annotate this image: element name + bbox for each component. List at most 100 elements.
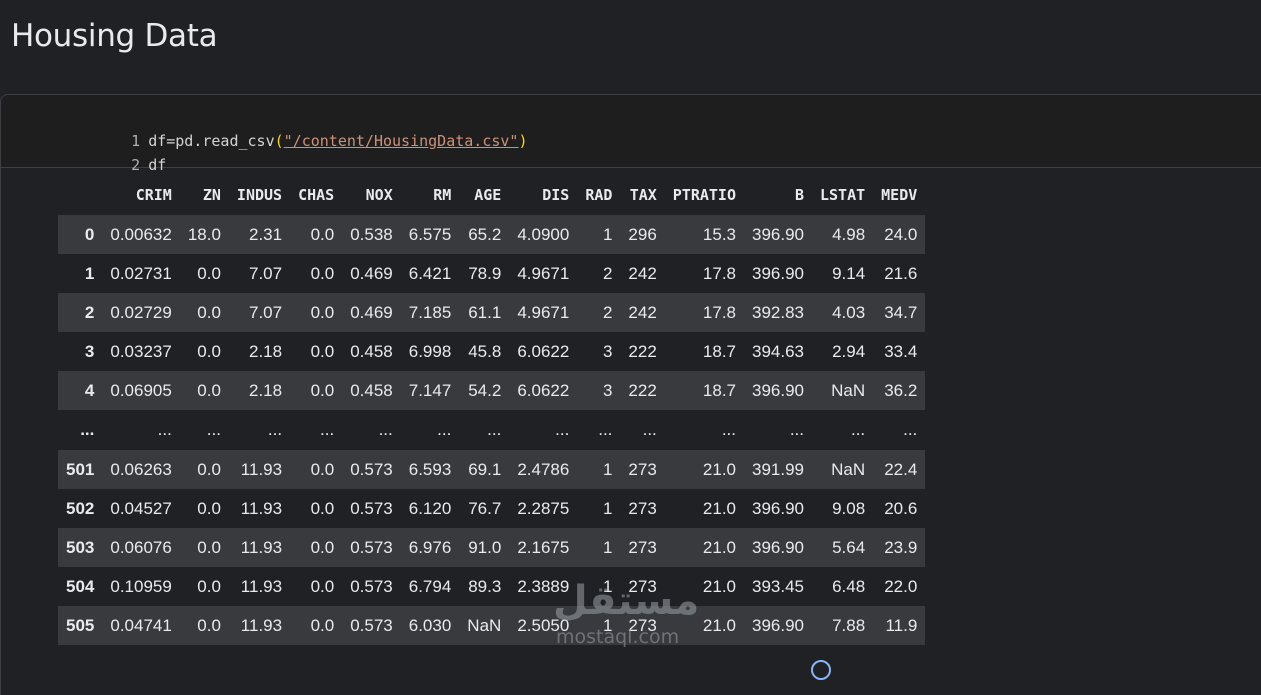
table-cell: 2.31 bbox=[228, 215, 291, 254]
code-string-literal: "/content/HousingData.csv" bbox=[283, 132, 519, 150]
table-cell: 2 bbox=[602, 263, 613, 283]
table-cell: 9.08 bbox=[832, 498, 866, 518]
table-cell: 396.90 bbox=[752, 498, 804, 518]
table-cell: 7.185 bbox=[400, 293, 460, 332]
row-index: 502 bbox=[66, 498, 95, 518]
table-cell: 0.02731 bbox=[110, 263, 172, 283]
table-cell: 9.14 bbox=[832, 263, 866, 283]
column-header-b: B bbox=[794, 186, 804, 204]
table-row: 0 0.00632 18.0 2.31 0.0 0.538 6.575 65.2 4.0900 1… bbox=[58, 215, 926, 254]
table-cell: 0.06076 bbox=[102, 528, 180, 567]
table-cell: ... bbox=[157, 420, 172, 439]
table-cell: 61.1 bbox=[459, 293, 510, 332]
table-cell: ... bbox=[437, 420, 452, 439]
table-cell: 4.0900 bbox=[509, 215, 578, 254]
table-cell: 11.93 bbox=[240, 576, 283, 596]
table-cell: 391.99 bbox=[744, 450, 812, 489]
table-cell: 5.64 bbox=[812, 528, 874, 567]
scroll-indicator-icon[interactable] bbox=[811, 660, 831, 680]
column-header-rad: RAD bbox=[585, 186, 613, 204]
code-line-2[interactable]: 2 df bbox=[1, 132, 166, 174]
table-cell: 273 bbox=[620, 606, 665, 645]
table-cell: 0.0 bbox=[179, 371, 229, 410]
table-cell: 11.93 bbox=[240, 498, 283, 518]
table-cell: 2.94 bbox=[832, 341, 866, 361]
code-token: df=pd.read_csv bbox=[148, 132, 275, 150]
notebook-cell[interactable]: 1 df=pd.read_csv("/content/HousingData.cs… bbox=[0, 94, 1261, 695]
table-cell: 0.03237 bbox=[110, 341, 172, 361]
table-cell: 0.469 bbox=[342, 293, 401, 332]
section-heading: Housing Data bbox=[11, 18, 218, 54]
table-cell: ... bbox=[721, 420, 736, 439]
table-cell: 273 bbox=[628, 576, 657, 596]
column-header-medv: MEDV bbox=[881, 186, 918, 204]
table-cell: 6.998 bbox=[408, 341, 452, 361]
table-cell: 18.7 bbox=[702, 341, 736, 361]
table-cell: 0.04741 bbox=[102, 606, 180, 645]
table-cell: 273 bbox=[620, 528, 665, 567]
table-cell: 222 bbox=[628, 341, 657, 361]
table-cell: 2.18 bbox=[248, 341, 283, 361]
row-index: 501 bbox=[58, 450, 103, 489]
ellipsis-row: ........................................… bbox=[58, 410, 925, 450]
table-header-row: CRIM ZN INDUS CHAS NOX RM AGE DIS RAD TAX PTRATIO B… bbox=[58, 175, 925, 215]
table-cell: NaN bbox=[459, 606, 510, 645]
table-cell: 1 bbox=[577, 450, 621, 489]
table-cell: 22.0 bbox=[884, 576, 918, 596]
table-cell: 396.90 bbox=[744, 528, 812, 567]
table-cell: 18.7 bbox=[664, 371, 744, 410]
table-cell: 3 bbox=[577, 371, 621, 410]
table-cell: 0.0 bbox=[310, 576, 335, 596]
table-cell: 1 bbox=[602, 498, 613, 518]
table-cell: NaN bbox=[812, 450, 874, 489]
table-cell: 36.2 bbox=[873, 371, 926, 410]
table-cell: ... bbox=[206, 420, 221, 439]
table-cell: 11.9 bbox=[873, 606, 926, 645]
table-cell: 0.0 bbox=[290, 293, 343, 332]
table-cell: ... bbox=[642, 420, 657, 439]
column-header-rm: RM bbox=[433, 186, 452, 204]
table-cell: 0.0 bbox=[290, 215, 343, 254]
row-index: 505 bbox=[58, 606, 103, 645]
table-cell: 0.0 bbox=[290, 606, 343, 645]
table-cell: 392.83 bbox=[744, 293, 812, 332]
table-cell: 0.0 bbox=[197, 263, 221, 283]
table-cell: 78.9 bbox=[468, 263, 502, 283]
table-cell: 0.458 bbox=[350, 341, 393, 361]
table-cell: 0.04527 bbox=[110, 498, 172, 518]
table-cell: 0.0 bbox=[290, 371, 343, 410]
table-cell: 45.8 bbox=[468, 341, 502, 361]
table-cell: 6.593 bbox=[400, 450, 460, 489]
table-cell: 1 bbox=[577, 606, 621, 645]
table-cell: 0.573 bbox=[342, 606, 401, 645]
table-cell: ... bbox=[487, 420, 502, 439]
table-cell: 0.0 bbox=[197, 341, 221, 361]
code-editor[interactable]: 1 df=pd.read_csv("/content/HousingData.cs… bbox=[1, 95, 1261, 174]
table-cell: 0.0 bbox=[310, 263, 335, 283]
column-header-dis: DIS bbox=[542, 186, 570, 204]
table-cell: 0.538 bbox=[342, 215, 401, 254]
table-cell: 7.147 bbox=[400, 371, 460, 410]
table-cell: NaN bbox=[812, 371, 874, 410]
table-cell: ... bbox=[320, 420, 335, 439]
column-header-indus: INDUS bbox=[236, 186, 283, 204]
table-cell: 0.458 bbox=[342, 371, 401, 410]
table-cell: 24.0 bbox=[873, 215, 926, 254]
table-cell: 0.02729 bbox=[102, 293, 180, 332]
table-cell: 242 bbox=[628, 263, 657, 283]
code-paren-open: ( bbox=[274, 132, 284, 150]
table-cell: 0.0 bbox=[310, 341, 335, 361]
code-line-1[interactable]: 1 df=pd.read_csv("/content/HousingData.cs… bbox=[1, 108, 527, 150]
column-header-zn: ZN bbox=[202, 186, 221, 204]
table-cell: 54.2 bbox=[459, 371, 510, 410]
table-cell: 22.4 bbox=[873, 450, 926, 489]
table-cell: 1 bbox=[577, 215, 621, 254]
table-cell: ... bbox=[903, 420, 918, 439]
table-cell: 0.06905 bbox=[102, 371, 180, 410]
table-cell: 6.794 bbox=[408, 576, 452, 596]
code-paren-close: ) bbox=[518, 132, 528, 150]
row-index: 0 bbox=[58, 215, 103, 254]
table-cell: 0.0 bbox=[290, 528, 343, 567]
row-index: 503 bbox=[58, 528, 103, 567]
table-cell: 396.90 bbox=[744, 215, 812, 254]
